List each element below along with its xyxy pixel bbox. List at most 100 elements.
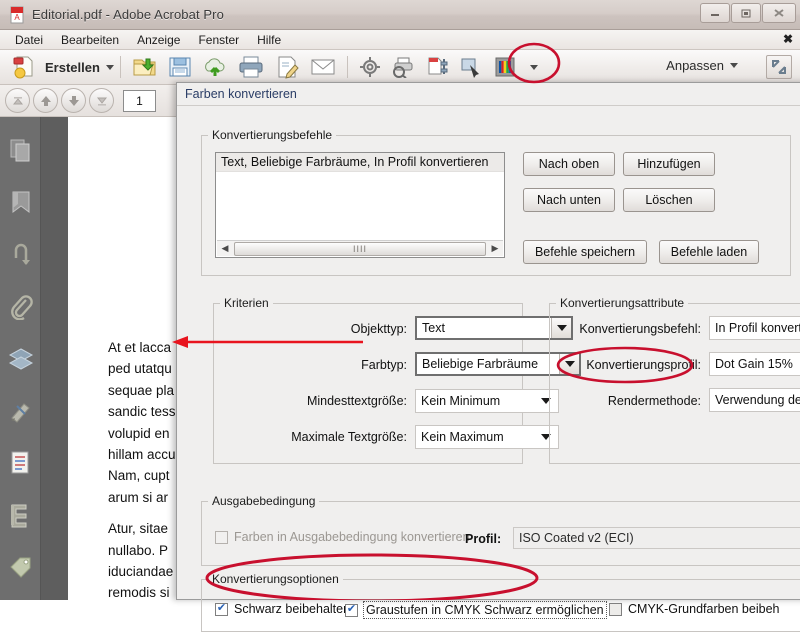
menu-item-fenster[interactable]: Fenster [189, 31, 248, 49]
toolbar-separator [120, 56, 121, 78]
conversion-commands-legend: Konvertierungsbefehle [208, 128, 336, 142]
scrollbar-thumb[interactable]: IIII [234, 242, 486, 256]
maximaletextgroesse-combobox[interactable]: Kein Maximum [415, 425, 559, 449]
konvertierungsbefehl-value: In Profil konvertier [715, 321, 800, 335]
print-production-icon[interactable] [386, 52, 420, 82]
checkbox-label: Farben in Ausgabebedingung konvertieren [234, 530, 470, 544]
toolbar-separator-2 [347, 56, 348, 78]
schwarz-beibehalten-checkbox[interactable]: ✔ Schwarz beibehalten [215, 602, 350, 616]
attachments-icon[interactable] [0, 281, 41, 333]
email-icon[interactable] [305, 52, 341, 82]
next-page-icon[interactable] [61, 88, 86, 113]
mindesttextgroesse-value: Kein Minimum [421, 394, 500, 408]
minimize-button[interactable] [700, 3, 730, 23]
objekttyp-value: Text [422, 321, 445, 335]
window-title: Editorial.pdf - Adobe Acrobat Pro [32, 7, 224, 22]
checkbox-box[interactable]: ✔ [345, 604, 358, 617]
create-button-label[interactable]: Erstellen [45, 60, 100, 75]
checkbox-label: Graustufen in CMYK Schwarz ermöglichen [364, 602, 606, 618]
rendermethode-label: Rendermethode: [551, 394, 701, 408]
dialog-title: Farben konvertieren [177, 83, 800, 105]
objekttyp-label: Objekttyp: [227, 322, 407, 336]
save-commands-button[interactable]: Befehle speichern [523, 240, 647, 264]
window-titlebar: A Editorial.pdf - Adobe Acrobat Pro [0, 0, 800, 30]
restore-button[interactable] [731, 3, 761, 23]
save-icon[interactable] [163, 52, 197, 82]
maximaletextgroesse-label: Maximale Textgröße: [213, 430, 407, 444]
create-pdf-icon[interactable] [6, 52, 42, 82]
fit-view-dropdown[interactable]: Anpassen [666, 58, 738, 73]
checkbox-box[interactable] [215, 531, 228, 544]
redo-arrow-icon[interactable] [0, 229, 41, 281]
navigation-pane-rail [0, 117, 41, 600]
preflight-icon[interactable] [420, 52, 454, 82]
move-up-button[interactable]: Nach oben [523, 152, 615, 176]
document-paragraph-1: At et laccaped utatqusequae plasandic te… [108, 337, 186, 508]
conversion-attributes-legend: Konvertierungsattribute [556, 296, 688, 310]
checkbox-box[interactable]: ✔ [215, 603, 228, 616]
scroll-right-arrow-icon[interactable]: ▶ [487, 241, 503, 256]
chevron-down-icon[interactable] [106, 65, 114, 70]
move-down-button[interactable]: Nach unten [523, 188, 615, 212]
conversion-commands-listbox[interactable]: Text, Beliebige Farbräume, In Profil kon… [215, 152, 505, 258]
first-page-icon[interactable] [5, 88, 30, 113]
konvertierungsprofil-label: Konvertierungsprofil: [551, 358, 701, 372]
cmyk-grundfarben-checkbox[interactable]: CMYK-Grundfarben beibeh [609, 602, 779, 616]
horizontal-scrollbar[interactable]: ◀ IIII ▶ [217, 240, 503, 256]
load-commands-button[interactable]: Befehle laden [659, 240, 759, 264]
print-icon[interactable] [233, 52, 269, 82]
checkbox-box[interactable] [609, 603, 622, 616]
settings-gear-icon[interactable] [354, 52, 386, 82]
mindesttextgroesse-label: Mindesttextgröße: [213, 394, 407, 408]
menu-item-datei[interactable]: Datei [6, 31, 52, 49]
page-thumbnails-icon[interactable] [0, 125, 41, 177]
checkbox-label: Schwarz beibehalten [234, 602, 350, 616]
output-condition-legend: Ausgabebedingung [208, 494, 319, 508]
profil-field: ISO Coated v2 (ECI) [513, 527, 800, 549]
close-document-icon[interactable]: ✖ [783, 32, 793, 46]
signatures-icon[interactable] [0, 385, 41, 437]
konvertierungsbefehl-combobox[interactable]: In Profil konvertier [709, 316, 800, 340]
object-inspector-icon[interactable] [454, 52, 488, 82]
farbtyp-value: Beliebige Farbräume [422, 357, 538, 371]
main-toolbar: Erstellen [0, 50, 800, 85]
last-page-icon[interactable] [89, 88, 114, 113]
criteria-legend: Kriterien [220, 296, 273, 310]
menu-item-hilfe[interactable]: Hilfe [248, 31, 290, 49]
tags-icon[interactable] [0, 489, 41, 541]
document-gutter [41, 117, 68, 600]
delete-button[interactable]: Löschen [623, 188, 715, 212]
farbtyp-label: Farbtyp: [227, 358, 407, 372]
graustufen-cmyk-checkbox[interactable]: ✔ Graustufen in CMYK Schwarz ermöglichen [345, 602, 606, 618]
document-text: At et laccaped utatqusequae plasandic te… [108, 337, 186, 600]
rendermethode-combobox[interactable]: Verwendung des D [709, 388, 800, 412]
article-tag-icon[interactable] [0, 541, 41, 593]
upload-cloud-icon[interactable] [197, 52, 233, 82]
checkbox-label: CMYK-Grundfarben beibeh [628, 602, 779, 616]
convert-colors-icon[interactable] [488, 52, 522, 82]
previous-page-icon[interactable] [33, 88, 58, 113]
fullscreen-icon[interactable] [766, 55, 792, 79]
convert-output-condition-checkbox[interactable]: Farben in Ausgabebedingung konvertieren [215, 530, 470, 544]
konvertierungsbefehl-label: Konvertierungsbefehl: [551, 322, 701, 336]
bookmarks-icon[interactable] [0, 177, 41, 229]
konvertierungsprofil-combobox[interactable]: Dot Gain 15% [709, 352, 800, 376]
layers-icon[interactable] [0, 333, 41, 385]
content-icon[interactable] [0, 437, 41, 489]
open-folder-icon[interactable] [127, 52, 163, 82]
toolbar-overflow-icon[interactable] [522, 52, 546, 82]
fit-view-label: Anpassen [666, 58, 724, 73]
menubar: Datei Bearbeiten Anzeige Fenster Hilfe ✖ [0, 30, 800, 50]
mindesttextgroesse-combobox[interactable]: Kein Minimum [415, 389, 559, 413]
scroll-left-arrow-icon[interactable]: ◀ [217, 241, 233, 256]
add-button[interactable]: Hinzufügen [623, 152, 715, 176]
sign-icon[interactable] [269, 52, 305, 82]
page-number-input[interactable]: 1 [123, 90, 156, 112]
document-paragraph-2: Atur, sitaenullabo. Piduciandaeremodis s… [108, 518, 186, 600]
svg-text:A: A [14, 13, 20, 22]
menu-item-anzeige[interactable]: Anzeige [128, 31, 189, 49]
menu-item-bearbeiten[interactable]: Bearbeiten [52, 31, 128, 49]
close-button[interactable] [762, 3, 796, 23]
list-item[interactable]: Text, Beliebige Farbräume, In Profil kon… [216, 153, 504, 172]
conversion-options-legend: Konvertierungsoptionen [208, 572, 343, 586]
